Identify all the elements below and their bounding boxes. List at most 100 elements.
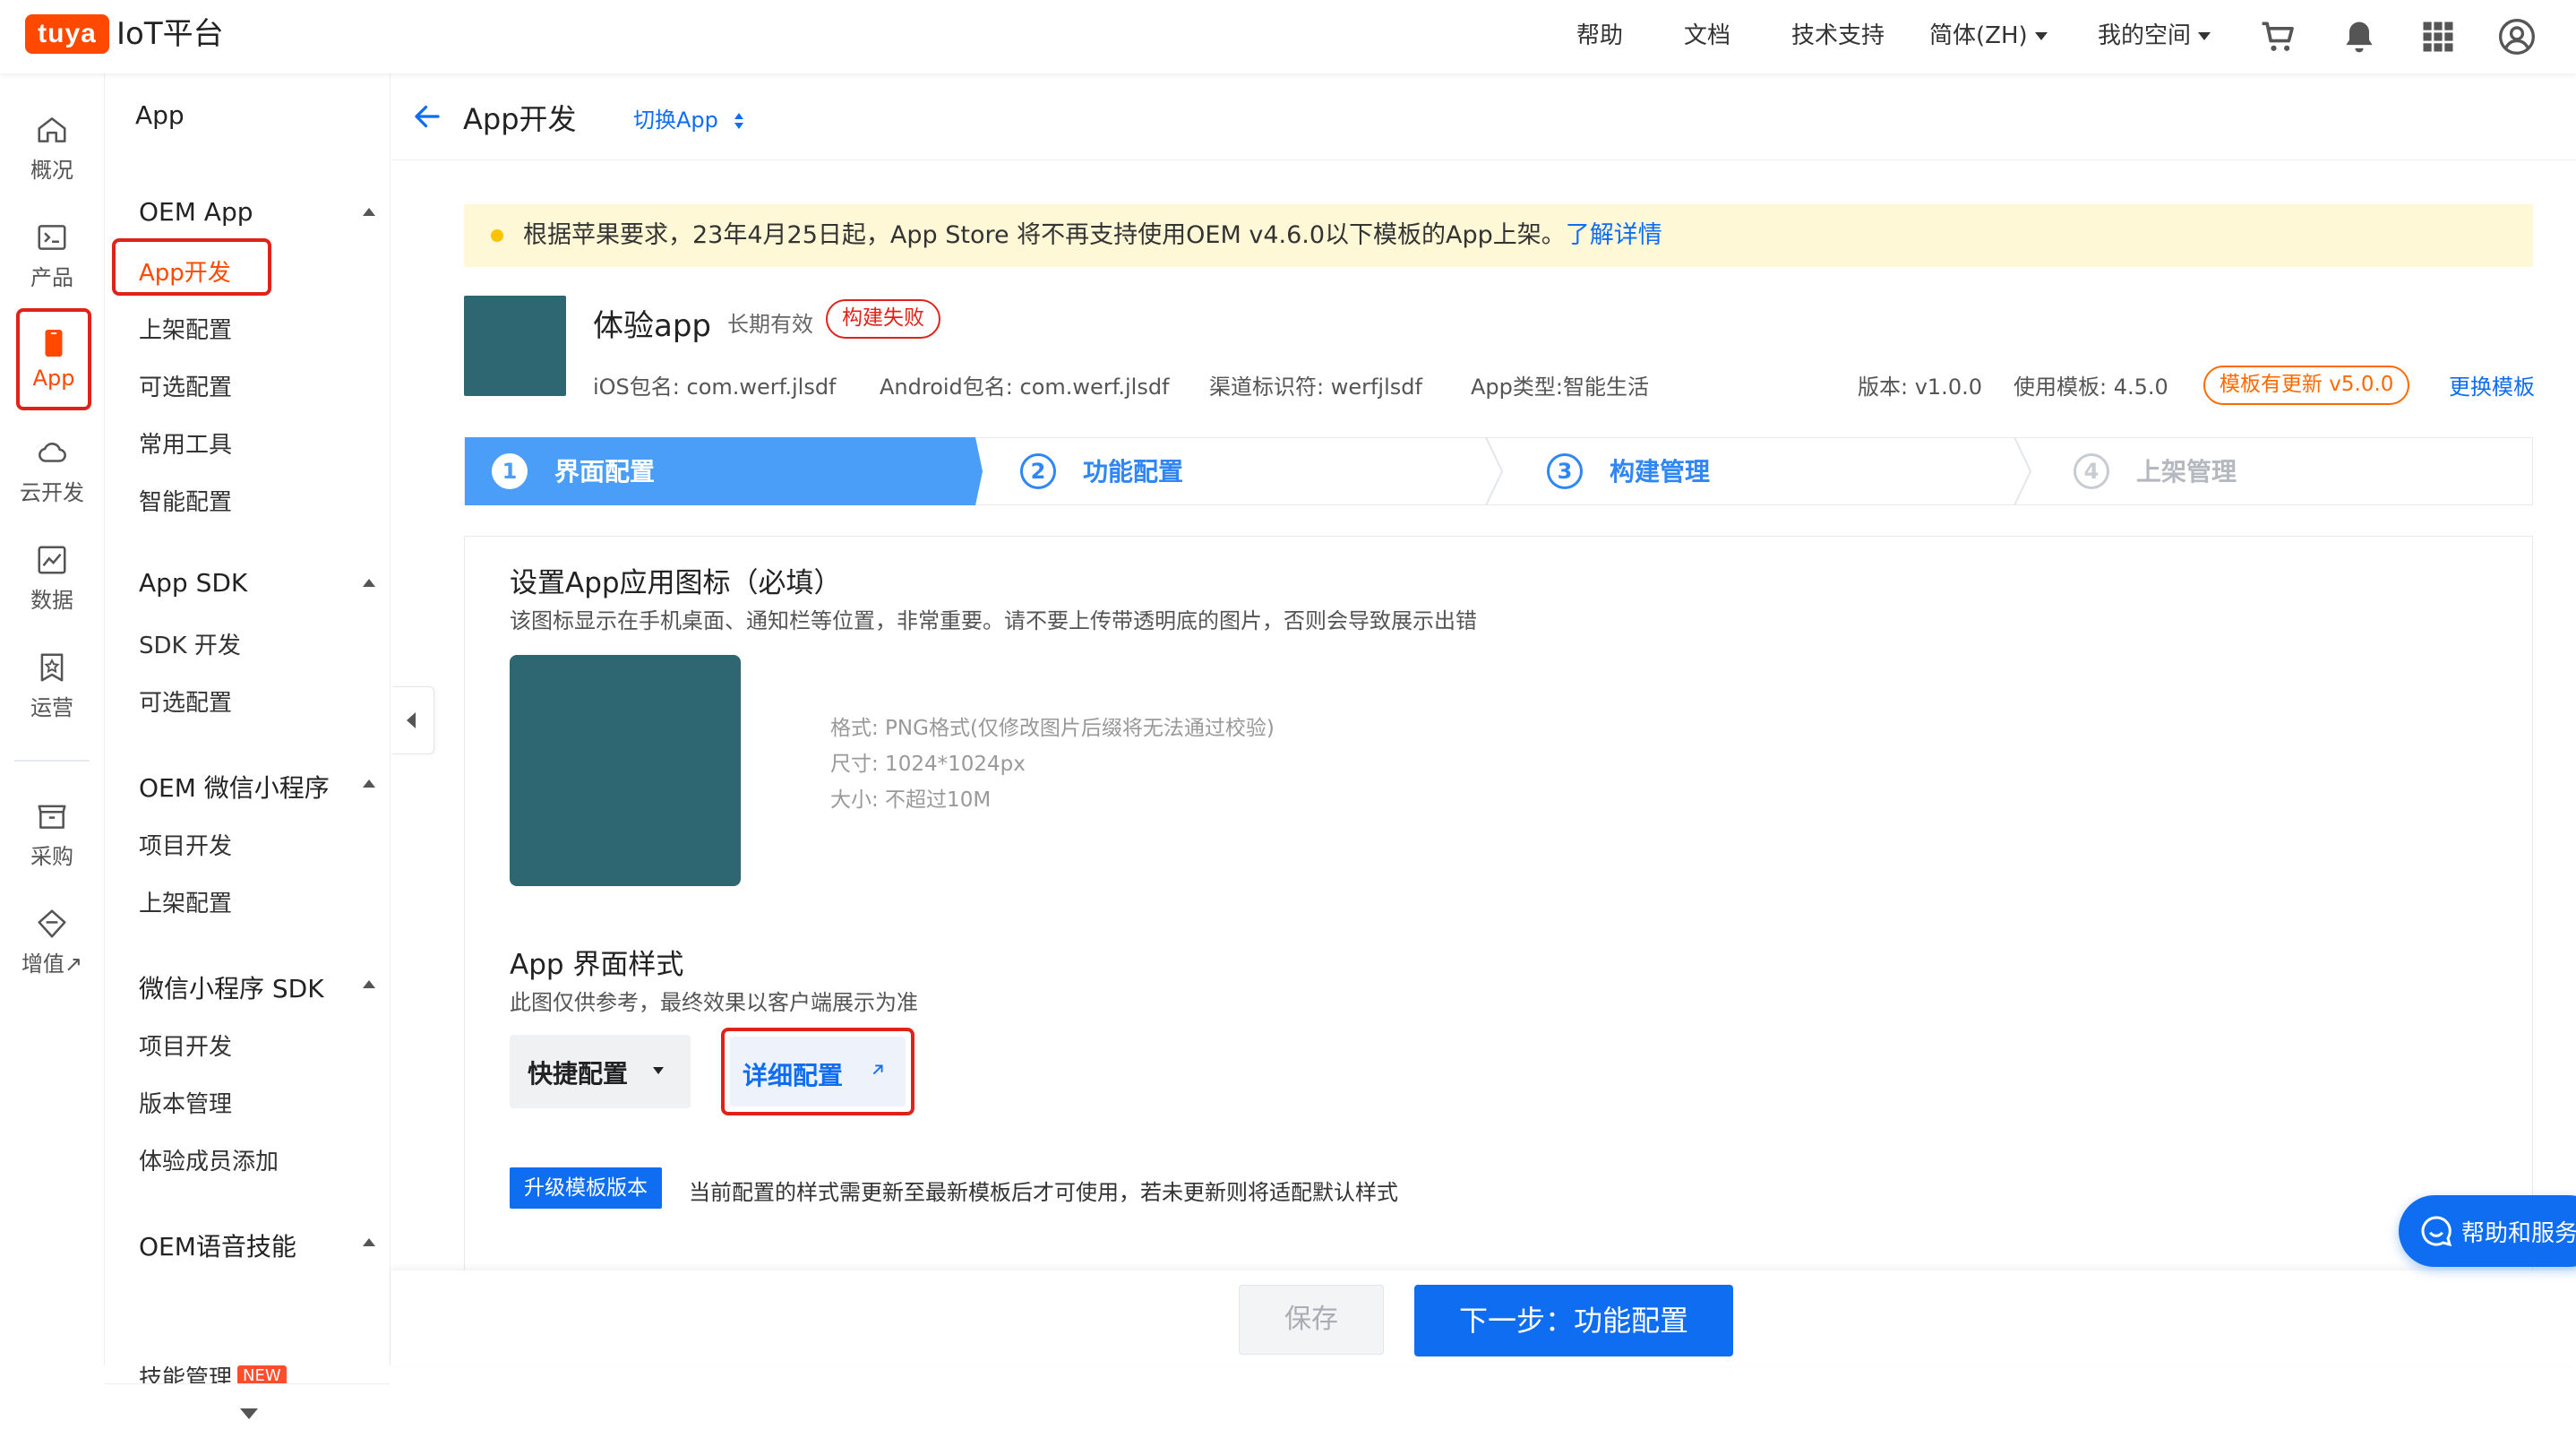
sidebar-group-voice-skill[interactable]: OEM语音技能 — [139, 1227, 375, 1263]
template-version: 使用模板: 4.5.0 — [2014, 375, 2168, 400]
notice-link[interactable]: 了解详情 — [1566, 221, 1662, 249]
group-label: 微信小程序 SDK — [139, 974, 324, 1003]
step-number: 4 — [2074, 453, 2109, 489]
channel-id: 渠道标识符: werfjlsdf — [1209, 375, 1422, 400]
chevron-down-icon — [2198, 32, 2211, 40]
rail-label: 运营 — [30, 695, 73, 720]
platform-name: IoT平台 — [116, 16, 224, 52]
quick-config-dropdown[interactable]: 快捷配置 — [510, 1035, 691, 1108]
sidebar-item-sdk-dev[interactable]: SDK 开发 — [139, 627, 241, 660]
template-update-badge[interactable]: 模板有更新 v5.0.0 — [2203, 366, 2410, 405]
content-panel: 设置App应用图标（必填） 该图标显示在手机桌面、通知栏等位置，非常重要。请不要… — [464, 536, 2533, 1275]
sidebar-item-version-mgmt[interactable]: 版本管理 — [139, 1086, 232, 1119]
next-step-button[interactable]: 下一步：功能配置 — [1414, 1285, 1733, 1356]
ios-package: iOS包名: com.werf.jlsdf — [593, 375, 837, 400]
home-icon — [38, 117, 66, 142]
rail-label: 产品 — [30, 265, 73, 290]
chevron-down-icon — [653, 1067, 664, 1074]
build-status-badge: 构建失败 — [826, 299, 940, 339]
user-avatar-icon[interactable] — [2497, 17, 2537, 56]
rail-item-operations[interactable]: 运营 — [7, 638, 97, 731]
terminal-icon — [38, 225, 66, 250]
rail-label: 采购 — [30, 844, 73, 869]
nav-tech-support[interactable]: 技术支持 — [1791, 18, 1885, 54]
workspace-label: 我的空间 — [2098, 22, 2192, 49]
rail-label: 增值↗ — [21, 951, 83, 977]
save-button[interactable]: 保存 — [1239, 1285, 1384, 1355]
step-function-config[interactable]: 2 功能配置 — [1020, 438, 1468, 506]
rail-item-app[interactable]: App — [16, 308, 91, 410]
rail-item-data[interactable]: 数据 — [7, 530, 97, 624]
language-select[interactable]: 简体(ZH) — [1929, 18, 2048, 54]
footer-bar: 保存 下一步：功能配置 — [391, 1270, 2576, 1365]
sidebar-item-tester-add[interactable]: 体验成员添加 — [139, 1143, 279, 1176]
nav-help[interactable]: 帮助 — [1576, 18, 1623, 54]
step-ui-config[interactable]: 1 界面配置 — [465, 438, 975, 506]
chevron-left-icon — [407, 712, 416, 728]
icon-rail: 概况 产品 App 云开发 数据 运营 采购 增值↗ — [0, 73, 105, 1365]
rail-item-purchase[interactable]: 采购 — [7, 787, 97, 880]
switch-app-label: 切换App — [633, 108, 718, 133]
sort-arrows-icon — [734, 113, 743, 129]
bell-icon[interactable] — [2340, 17, 2379, 56]
sidebar-item-listing-config[interactable]: 上架配置 — [139, 312, 232, 345]
icon-size: 尺寸: 1024*1024px — [830, 753, 1026, 776]
sidebar-group-app-sdk[interactable]: App SDK — [139, 568, 375, 598]
sidebar-group-oem-app[interactable]: OEM App — [139, 197, 375, 227]
sidebar-item-project-dev[interactable]: 项目开发 — [139, 828, 232, 861]
top-bar: tuya IoT平台 帮助 文档 技术支持 简体(ZH) 我的空间 — [0, 0, 2576, 73]
quick-config-label: 快捷配置 — [528, 1059, 629, 1089]
workspace-select[interactable]: 我的空间 — [2098, 18, 2211, 54]
group-label: OEM语音技能 — [139, 1232, 296, 1261]
sidebar-item-optional-config[interactable]: 可选配置 — [139, 369, 232, 402]
arrow-left-icon[interactable] — [411, 100, 443, 133]
switch-app-button[interactable]: 切换App — [633, 102, 745, 133]
apps-grid-icon[interactable] — [2418, 17, 2458, 56]
group-label: OEM 微信小程序 — [139, 773, 330, 803]
chevron-up-icon — [363, 579, 375, 587]
star-badge-icon — [40, 653, 64, 682]
tuya-logo[interactable]: tuya — [25, 14, 109, 54]
rail-item-cloud-dev[interactable]: 云开发 — [7, 423, 97, 516]
detail-config-label: 详细配置 — [743, 1061, 844, 1090]
notice-banner: 根据苹果要求，23年4月25日起，App Store 将不再支持使用OEM v4… — [464, 204, 2533, 267]
step-label: 界面配置 — [554, 457, 656, 487]
sidebar-item-smart-config[interactable]: 智能配置 — [139, 484, 232, 517]
cart-icon[interactable] — [2259, 17, 2298, 56]
sidebar-item-app-dev[interactable]: App开发 — [139, 254, 231, 288]
nav-docs[interactable]: 文档 — [1684, 18, 1730, 54]
style-section-title: App 界面样式 — [510, 949, 684, 981]
style-section-desc: 此图仅供参考，最终效果以客户端展示为准 — [510, 990, 918, 1015]
sidebar: App OEM App App开发 上架配置 可选配置 常用工具 智能配置 Ap… — [105, 73, 391, 1438]
icon-section-title: 设置App应用图标（必填） — [510, 567, 842, 599]
language-label: 简体(ZH) — [1929, 22, 2028, 49]
app-icon-thumbnail — [464, 296, 566, 396]
change-template-link[interactable]: 更换模板 — [2449, 369, 2535, 400]
sidebar-item-sdk-optional[interactable]: 可选配置 — [139, 685, 232, 718]
sidebar-title: App — [135, 100, 185, 130]
help-service-float[interactable]: 帮助和服务 — [2399, 1195, 2576, 1267]
sidebar-group-oem-miniprogram[interactable]: OEM 微信小程序 — [139, 769, 375, 805]
page-header: App开发 切换App — [391, 73, 2576, 160]
detail-config-button[interactable]: 详细配置 — [730, 1037, 906, 1106]
diamond-icon — [38, 909, 66, 938]
rail-label: 数据 — [30, 588, 73, 613]
android-package: Android包名: com.werf.jlsdf — [880, 375, 1170, 400]
chevron-up-icon — [363, 779, 375, 788]
sidebar-item-mp-project-dev[interactable]: 项目开发 — [139, 1029, 232, 1062]
collapse-sidebar-button[interactable] — [392, 686, 434, 754]
app-icon-upload[interactable] — [510, 655, 741, 886]
upgrade-template-button[interactable]: 升级模板版本 — [510, 1167, 662, 1209]
step-build-mgmt[interactable]: 3 构建管理 — [1547, 438, 1995, 506]
step-number: 1 — [492, 453, 528, 489]
external-link-icon — [872, 1064, 883, 1075]
rail-item-value-added[interactable]: 增值↗ — [7, 894, 97, 987]
group-label: App SDK — [139, 568, 248, 598]
rail-item-overview[interactable]: 概况 — [7, 100, 97, 194]
chevron-down-icon[interactable] — [240, 1408, 258, 1419]
rail-item-products[interactable]: 产品 — [7, 208, 97, 301]
sidebar-group-miniprogram-sdk[interactable]: 微信小程序 SDK — [139, 969, 375, 1005]
rail-label: App — [32, 366, 75, 391]
sidebar-item-mp-listing[interactable]: 上架配置 — [139, 885, 232, 918]
sidebar-item-common-tools[interactable]: 常用工具 — [139, 426, 232, 460]
